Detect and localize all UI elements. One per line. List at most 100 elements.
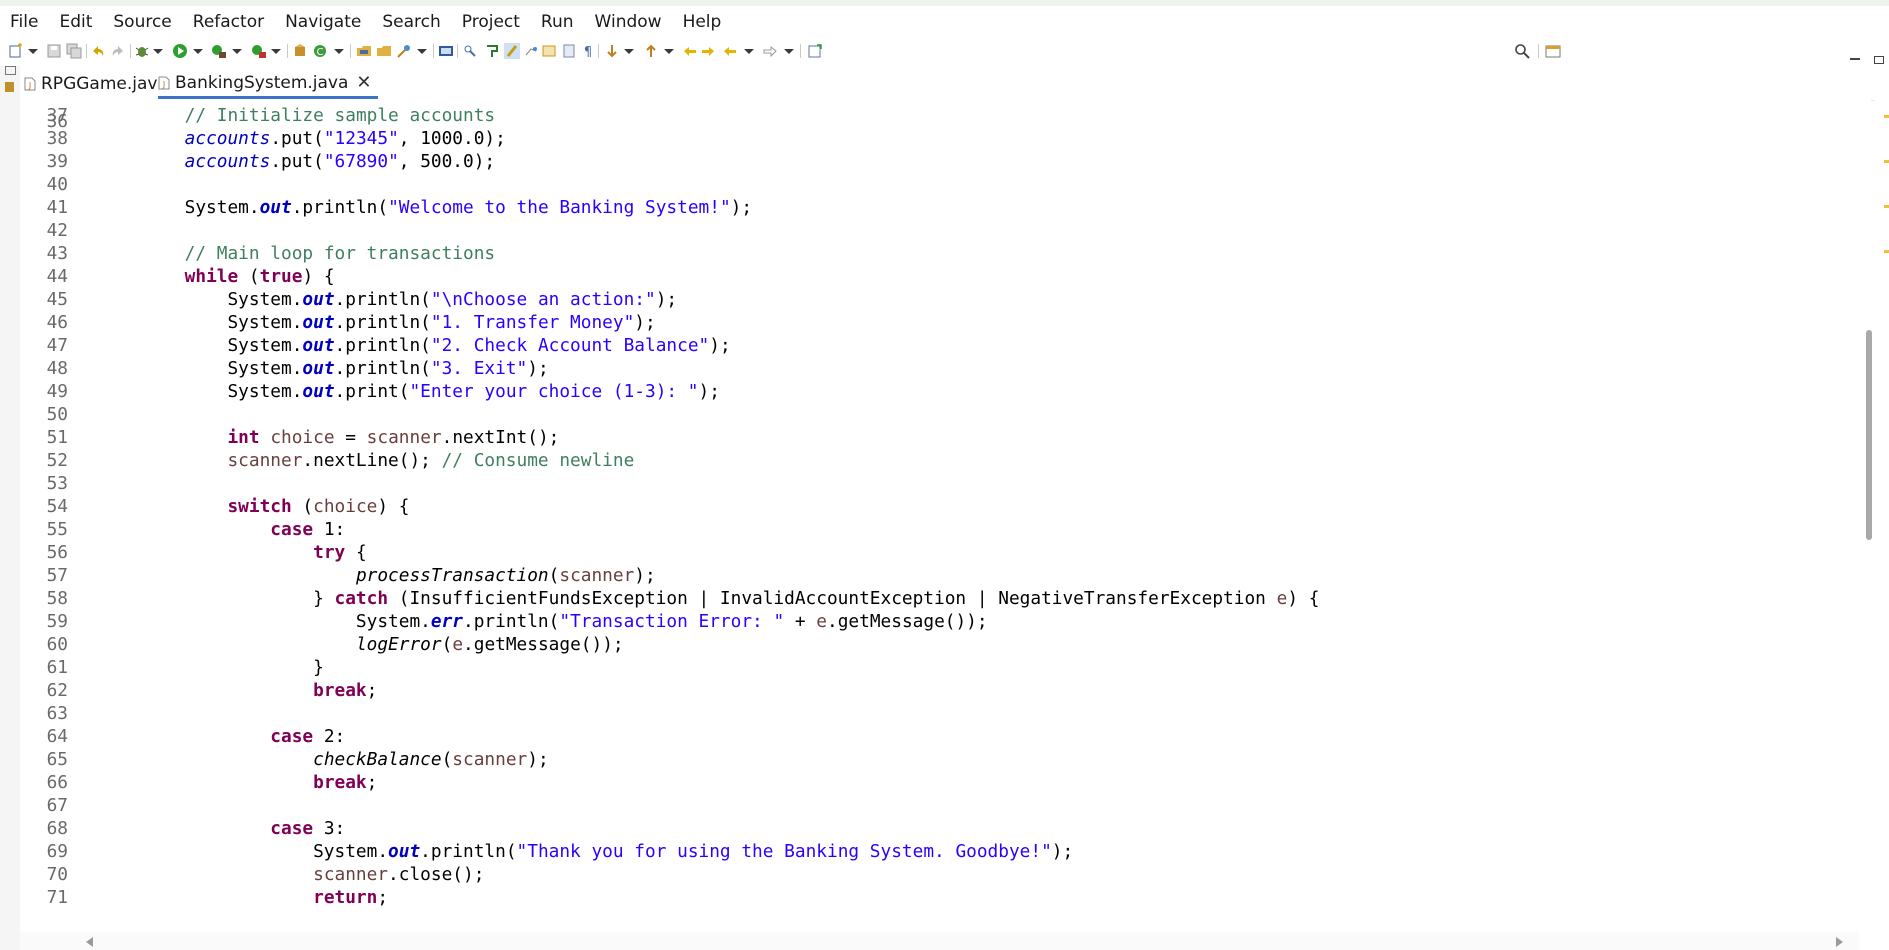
- show-whitespace-icon[interactable]: [523, 43, 539, 59]
- menu-run[interactable]: Run: [531, 6, 585, 38]
- back-dropdown-icon[interactable]: [744, 49, 754, 54]
- package-explorer-icon[interactable]: [5, 82, 14, 92]
- tab-rpggame[interactable]: J RPGGame.java: [24, 69, 168, 99]
- code-line: 60 logError(e.getMessage());: [20, 633, 1859, 656]
- code-token: ) {: [302, 266, 335, 287]
- forward-icon[interactable]: [762, 43, 778, 59]
- code-text: int choice = scanner.nextInt();: [99, 426, 559, 449]
- save-icon[interactable]: [46, 43, 62, 59]
- next-annotation-dropdown-icon[interactable]: [624, 49, 634, 54]
- previous-annotation-dropdown-icon[interactable]: [664, 49, 674, 54]
- code-line: 51 int choice = scanner.nextInt();: [20, 426, 1859, 449]
- scroll-left-icon[interactable]: [86, 937, 93, 947]
- external-tools-dropdown-icon[interactable]: [271, 49, 281, 54]
- external-tools-icon[interactable]: [251, 43, 267, 59]
- line-number: 48: [46, 358, 68, 379]
- new-icon[interactable]: [8, 43, 24, 59]
- code-token: .println(: [463, 611, 560, 632]
- menu-source[interactable]: Source: [103, 6, 182, 38]
- new-package-icon[interactable]: [292, 43, 308, 59]
- code-token: "2. Check Account Balance": [430, 335, 710, 356]
- code-token: "Enter your choice (1-3): ": [409, 381, 699, 402]
- new-class-dropdown-icon[interactable]: [334, 49, 344, 54]
- code-token: .nextInt();: [441, 427, 560, 448]
- menu-search[interactable]: Search: [372, 6, 451, 38]
- code-editor[interactable]: 36 37 // Initialize sample accounts 38 ac…: [20, 100, 1859, 932]
- coverage-icon[interactable]: [211, 43, 227, 59]
- code-token: int: [227, 427, 260, 448]
- menu-navigate[interactable]: Navigate: [275, 6, 372, 38]
- maximize-icon[interactable]: [1874, 56, 1884, 64]
- back-icon[interactable]: [722, 43, 738, 59]
- code-line: 43 // Main loop for transactions: [20, 242, 1859, 265]
- code-line: 61 }: [20, 656, 1859, 679]
- next-annotation-icon[interactable]: [604, 43, 620, 59]
- toggle-breakpoint-icon[interactable]: [462, 43, 478, 59]
- pin-editor-icon[interactable]: [807, 43, 823, 59]
- overview-marker[interactable]: [1884, 160, 1889, 163]
- tab-bankingsystem[interactable]: J BankingSystem.java ✕: [158, 69, 378, 99]
- menu-refactor[interactable]: Refactor: [183, 6, 275, 38]
- pilcrow-icon[interactable]: ¶: [580, 43, 596, 59]
- run-dropdown-icon[interactable]: [193, 49, 203, 54]
- save-all-icon[interactable]: [66, 43, 82, 59]
- new-class-icon[interactable]: C: [312, 43, 328, 59]
- menu-project[interactable]: Project: [452, 6, 531, 38]
- debug-icon[interactable]: [134, 43, 150, 59]
- line-number: 41: [46, 197, 68, 218]
- svg-text:J: J: [28, 81, 31, 90]
- code-token: (: [441, 749, 453, 770]
- menu-window[interactable]: Window: [585, 6, 673, 38]
- code-token: // Consume newline: [441, 450, 635, 471]
- code-token: +: [784, 611, 817, 632]
- open-type-icon[interactable]: [356, 43, 372, 59]
- highlight-icon[interactable]: [504, 43, 520, 59]
- code-text: scanner.nextLine(); // Consume newline: [99, 449, 634, 472]
- terminal-icon[interactable]: [438, 43, 454, 59]
- line-number: 64: [46, 726, 68, 747]
- menu-edit[interactable]: Edit: [49, 6, 103, 38]
- run-icon[interactable]: [172, 43, 188, 59]
- new-dropdown-icon[interactable]: [28, 49, 38, 54]
- overview-marker[interactable]: [1884, 205, 1889, 208]
- search-icon-tb[interactable]: [396, 43, 412, 59]
- debug-dropdown-icon[interactable]: [153, 49, 163, 54]
- coverage-dropdown-icon[interactable]: [232, 49, 242, 54]
- code-token: System.: [99, 381, 303, 402]
- code-token: out: [302, 312, 335, 333]
- horizontal-scrollbar[interactable]: [20, 932, 1859, 950]
- overview-marker[interactable]: [1884, 115, 1889, 118]
- line-number: 56: [46, 542, 68, 563]
- restore-icon[interactable]: [5, 66, 16, 75]
- perspective-icon[interactable]: [1545, 43, 1561, 59]
- code-token: out: [302, 335, 335, 356]
- undo-icon[interactable]: [90, 43, 106, 59]
- line-number: 40: [46, 174, 68, 195]
- search-dropdown-icon[interactable]: [417, 49, 427, 54]
- scroll-right-icon[interactable]: [1836, 937, 1843, 947]
- last-edit-forward-icon[interactable]: [700, 43, 716, 59]
- overview-marker[interactable]: [1884, 250, 1889, 253]
- menu-help[interactable]: Help: [673, 6, 733, 38]
- search-icon[interactable]: [1514, 43, 1530, 59]
- redo-icon[interactable]: [110, 43, 126, 59]
- vertical-scroll-thumb[interactable]: [1866, 330, 1872, 540]
- toolbar-separator: [598, 44, 599, 58]
- menu-file[interactable]: File: [0, 6, 49, 38]
- previous-annotation-icon[interactable]: [643, 43, 659, 59]
- last-edit-location-icon[interactable]: [682, 43, 698, 59]
- forward-dropdown-icon[interactable]: [784, 49, 794, 54]
- block-select-icon[interactable]: [541, 43, 557, 59]
- word-wrap-icon[interactable]: [561, 43, 577, 59]
- mark-occurrences-icon[interactable]: [484, 43, 500, 59]
- close-icon[interactable]: ✕: [356, 72, 371, 93]
- open-folder-icon[interactable]: [376, 43, 392, 59]
- minimize-icon[interactable]: [1850, 58, 1860, 60]
- code-token: // Main loop for transactions: [184, 243, 496, 264]
- code-line: 67: [20, 794, 1859, 817]
